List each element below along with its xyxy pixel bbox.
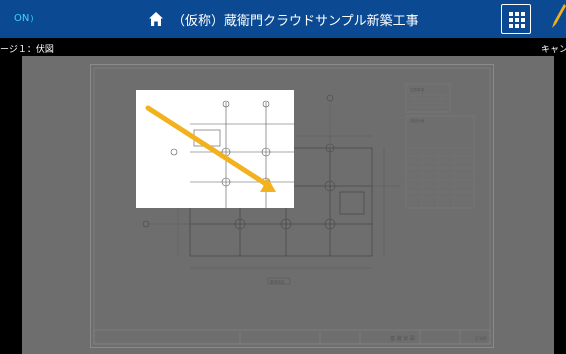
project-title: （仮称）蔵衛門クラウドサンプル新築工事	[172, 13, 419, 29]
online-status-badge: ON)	[14, 13, 33, 24]
cancel-button[interactable]: キャン	[541, 42, 566, 55]
online-status-text: ON	[14, 13, 30, 24]
sub-bar: ージ１：伏図 キャン	[0, 38, 566, 56]
project-title-group: （仮称）蔵衛門クラウドサンプル新築工事	[148, 9, 419, 29]
grid-menu-button[interactable]	[501, 4, 531, 34]
pencil-icon[interactable]	[548, 0, 566, 38]
top-bar: ON) （仮称）蔵衛門クラウドサンプル新築工事	[0, 0, 566, 38]
home-icon[interactable]	[148, 11, 164, 27]
drawing-canvas[interactable]: 基 礎 伏 図 1/100 注意事項 特記仕様 基礎伏図	[22, 56, 554, 354]
page-label: ージ１：伏図	[0, 45, 54, 55]
annotation-arrow[interactable]	[22, 56, 554, 354]
wifi-icon: )	[30, 14, 34, 23]
